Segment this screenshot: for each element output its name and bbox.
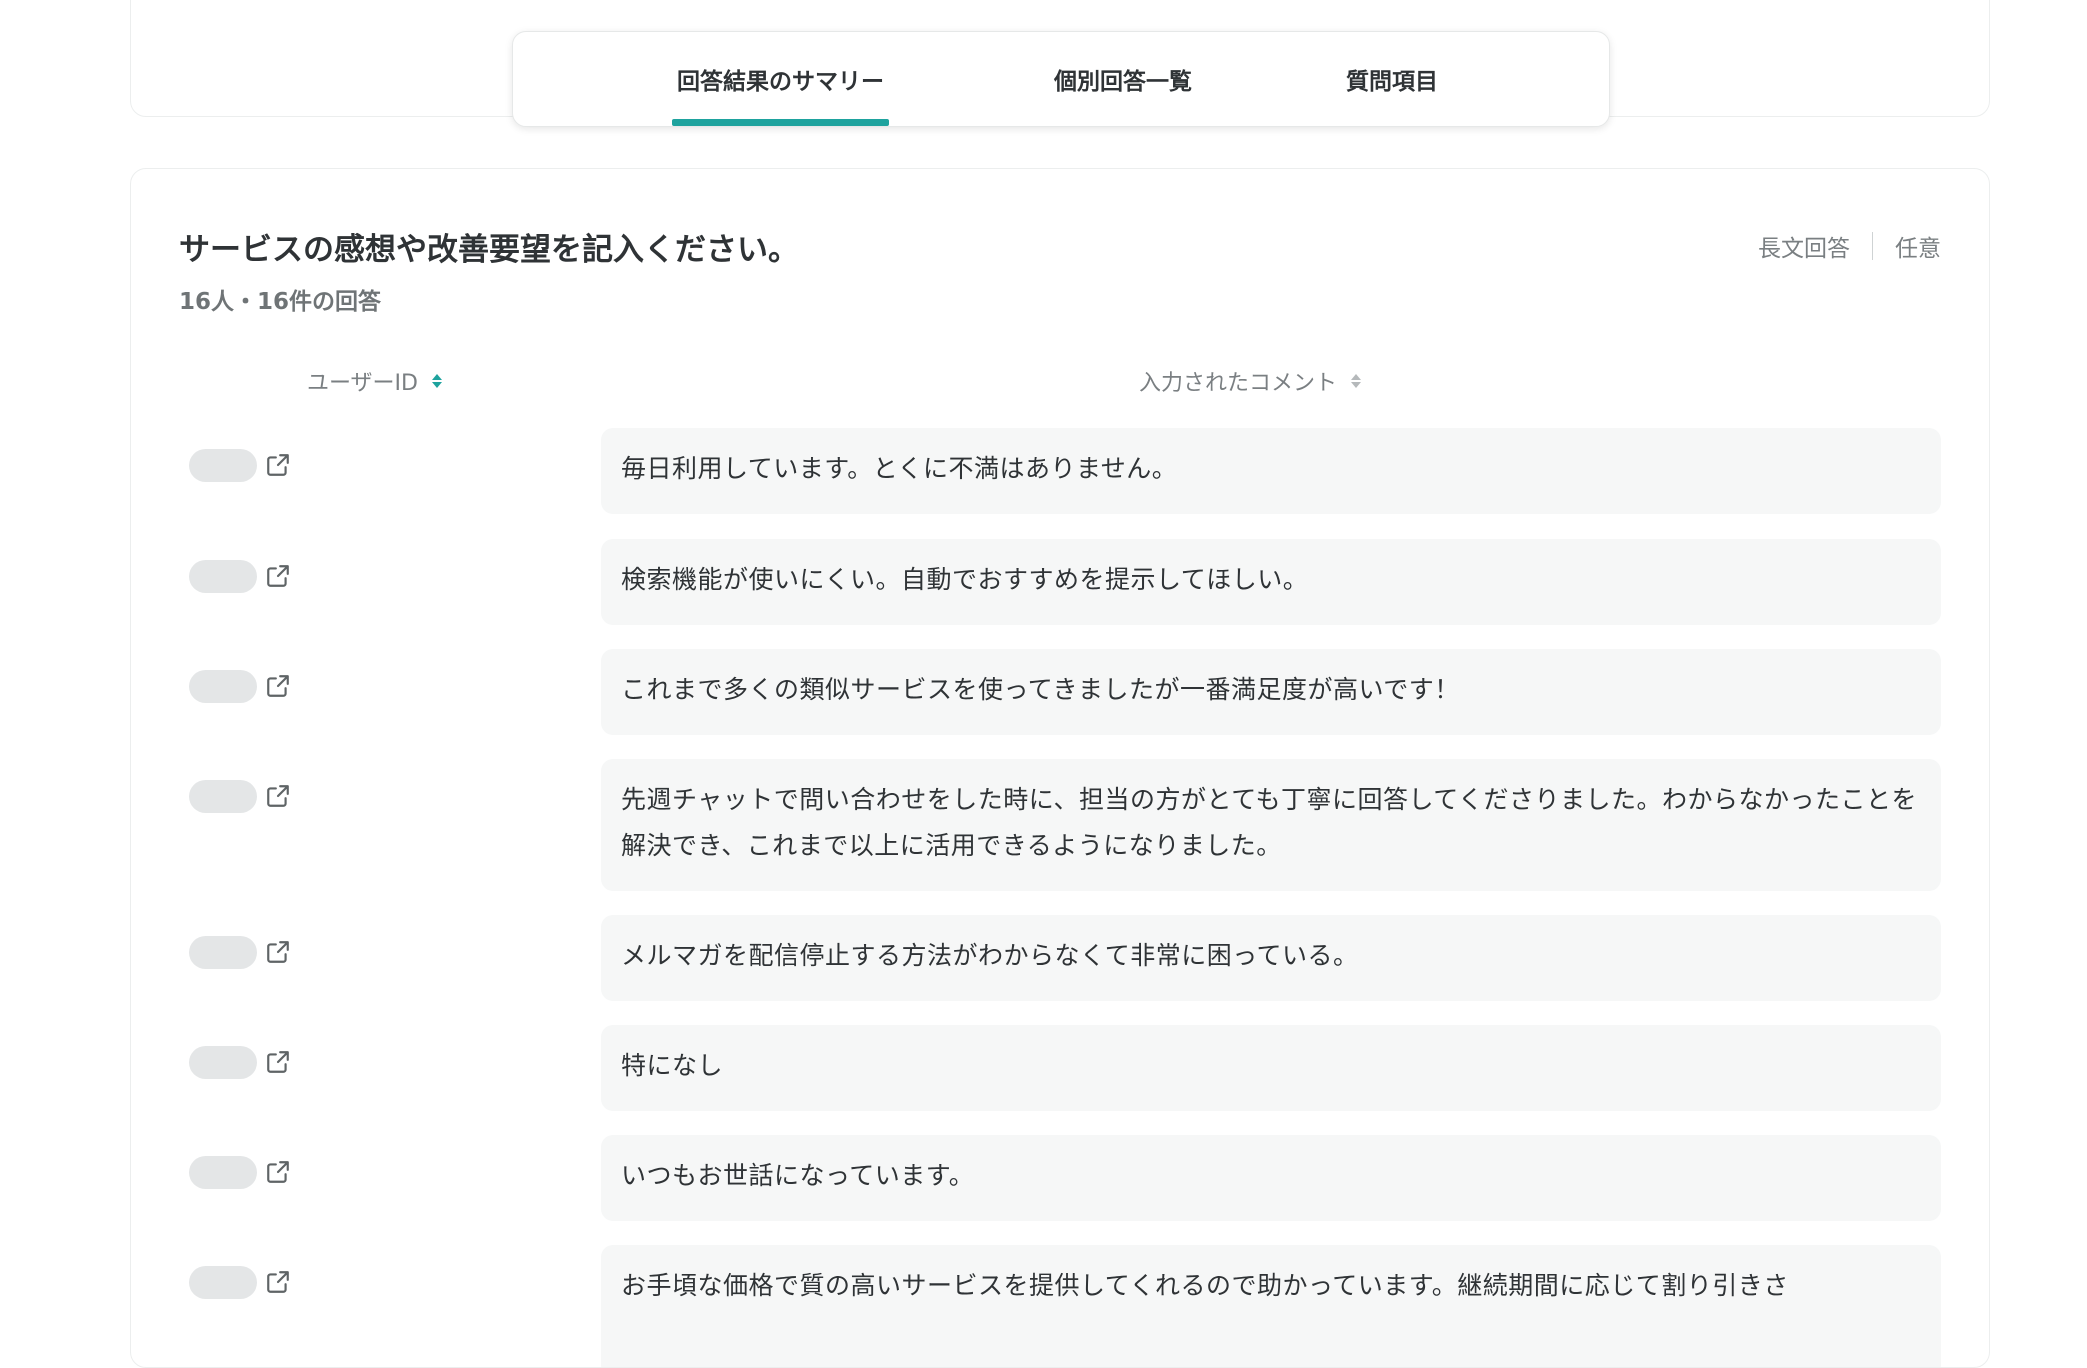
tab-navigation: 回答結果のサマリー 個別回答一覧 質問項目 [512, 31, 1610, 127]
tab-individual-responses[interactable]: 個別回答一覧 [1028, 32, 1218, 126]
response-count: 16人・16件の回答 [179, 289, 382, 315]
comment-cell: 先週チャットで問い合わせをした時に、担当の方がとても丁寧に回答してくださりました… [601, 759, 1941, 891]
user-id-placeholder [189, 449, 257, 482]
sort-icon[interactable] [1351, 374, 1362, 388]
user-id-placeholder [189, 560, 257, 593]
comment-cell: 検索機能が使いにくい。自動でおすすめを提示してほしい。 [601, 539, 1941, 625]
comment-cell: 毎日利用しています。とくに不満はありません。 [601, 428, 1941, 514]
external-link-icon[interactable] [265, 1159, 291, 1185]
user-id-placeholder [189, 936, 257, 969]
column-header-comment-label: 入力されたコメント [1139, 371, 1338, 396]
meta-divider [1872, 232, 1873, 260]
question-type-label: 長文回答 [1758, 236, 1850, 262]
comment-cell: 特になし [601, 1025, 1941, 1111]
comment-cell: お手頃な価格で質の高いサービスを提供してくれるので助かっています。継続期間に応じ… [601, 1245, 1941, 1367]
column-header-user-id[interactable]: ユーザーID [307, 365, 442, 397]
external-link-icon[interactable] [265, 673, 291, 699]
sort-icon[interactable] [432, 374, 442, 388]
external-link-icon[interactable] [265, 783, 291, 809]
external-link-icon[interactable] [265, 452, 291, 478]
external-link-icon[interactable] [265, 563, 291, 589]
question-card: サービスの感想や改善要望を記入ください。 16人・16件の回答 長文回答 任意 … [130, 168, 1990, 1368]
question-title: サービスの感想や改善要望を記入ください。 [179, 232, 799, 268]
tab-summary[interactable]: 回答結果のサマリー [672, 32, 889, 126]
external-link-icon[interactable] [265, 1049, 291, 1075]
user-id-placeholder [189, 1266, 257, 1299]
user-id-placeholder [189, 1156, 257, 1189]
comment-cell: いつもお世話になっています。 [601, 1135, 1941, 1221]
external-link-icon[interactable] [265, 1269, 291, 1295]
user-id-placeholder [189, 670, 257, 703]
column-header-comment[interactable]: 入力されたコメント [1139, 365, 1362, 397]
external-link-icon[interactable] [265, 939, 291, 965]
user-id-placeholder [189, 1046, 257, 1079]
comment-cell: これまで多くの類似サービスを使ってきましたが一番満足度が高いです！ [601, 649, 1941, 735]
comment-cell: メルマガを配信停止する方法がわからなくて非常に困っている。 [601, 915, 1941, 1001]
tab-questions[interactable]: 質問項目 [1340, 32, 1444, 126]
user-id-placeholder [189, 780, 257, 813]
column-header-user-id-label: ユーザーID [307, 371, 418, 396]
question-required-label: 任意 [1895, 236, 1941, 262]
question-meta: 長文回答 任意 [1758, 229, 1941, 263]
